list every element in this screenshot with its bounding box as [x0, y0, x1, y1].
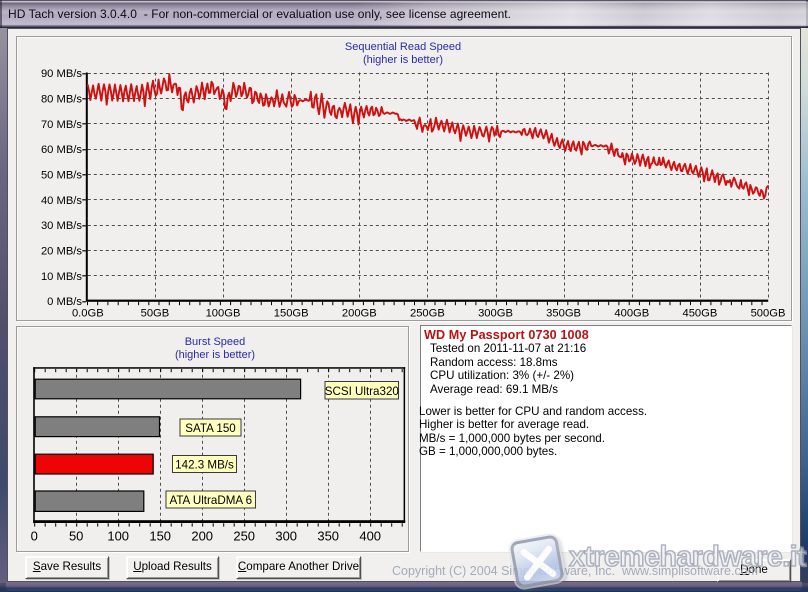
svg-text:10 MB/s: 10 MB/s — [41, 271, 82, 283]
svg-text:40 MB/s: 40 MB/s — [41, 195, 82, 207]
svg-text:100: 100 — [107, 529, 129, 544]
svg-text:400GB: 400GB — [614, 308, 649, 320]
svg-text:350: 350 — [317, 529, 339, 544]
svg-text:200GB: 200GB — [342, 308, 377, 320]
svg-text:0 MB/s: 0 MB/s — [47, 296, 82, 308]
svg-text:SATA 150: SATA 150 — [185, 422, 235, 435]
svg-text:0.0GB: 0.0GB — [72, 308, 104, 320]
svg-text:142.3 MB/s: 142.3 MB/s — [175, 459, 234, 472]
svg-text:350GB: 350GB — [546, 308, 581, 320]
svg-text:50 MB/s: 50 MB/s — [41, 169, 82, 181]
svg-text:100GB: 100GB — [206, 308, 241, 320]
svg-text:400: 400 — [359, 529, 381, 544]
svg-text:150: 150 — [149, 529, 171, 544]
svg-text:500GB: 500GB — [751, 308, 786, 320]
svg-text:150GB: 150GB — [274, 308, 309, 320]
svg-text:250GB: 250GB — [410, 308, 445, 320]
svg-text:200: 200 — [191, 529, 213, 544]
svg-text:20 MB/s: 20 MB/s — [41, 245, 82, 257]
svg-text:ATA UltraDMA 6: ATA UltraDMA 6 — [169, 494, 252, 507]
svg-text:250: 250 — [233, 529, 255, 544]
svg-text:60 MB/s: 60 MB/s — [41, 144, 82, 156]
svg-text:0: 0 — [31, 529, 38, 544]
svg-text:80 MB/s: 80 MB/s — [41, 93, 82, 105]
svg-text:300: 300 — [275, 529, 297, 544]
svg-text:50GB: 50GB — [141, 308, 170, 320]
svg-text:90 MB/s: 90 MB/s — [41, 68, 82, 80]
svg-text:50: 50 — [69, 529, 83, 544]
svg-text:300GB: 300GB — [478, 308, 513, 320]
svg-text:70 MB/s: 70 MB/s — [41, 119, 82, 131]
svg-text:SCSI Ultra320: SCSI Ultra320 — [325, 385, 399, 398]
svg-text:450GB: 450GB — [682, 308, 717, 320]
svg-text:30 MB/s: 30 MB/s — [41, 220, 82, 232]
